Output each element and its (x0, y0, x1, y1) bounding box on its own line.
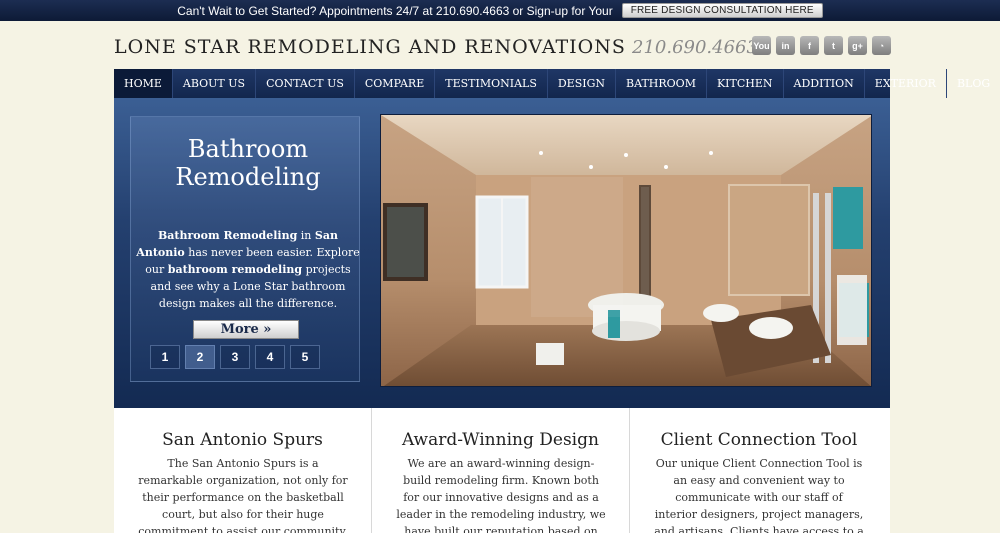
rss-icon[interactable]: ◔ (872, 36, 891, 55)
facebook-icon[interactable]: f (800, 36, 819, 55)
nav-item-about-us[interactable]: ABOUT US (173, 69, 257, 98)
more-button[interactable]: More » (193, 320, 299, 339)
feature-text: The San Antonio Spurs is a remarkable or… (138, 457, 348, 533)
feature-column-client-tool: Client Connection Tool Our unique Client… (630, 408, 888, 533)
social-links: You in f t g+ ◔ (752, 36, 891, 55)
slide-pager: 1 2 3 4 5 (150, 345, 320, 369)
nav-item-design[interactable]: DESIGN (548, 69, 617, 98)
slide-page-2[interactable]: 2 (185, 345, 215, 369)
slide-page-5[interactable]: 5 (290, 345, 320, 369)
nav-item-addition[interactable]: ADDITION (784, 69, 865, 98)
bathroom-photo (380, 114, 872, 387)
free-consultation-button[interactable]: FREE DESIGN CONSULTATION HERE (621, 3, 823, 18)
slide-description: Bathroom Remodeling in San Antonio has n… (136, 227, 360, 312)
nav-item-bathroom[interactable]: BATHROOM (616, 69, 707, 98)
feature-title[interactable]: Award-Winning Design (372, 430, 629, 450)
top-announcement-bar: Can't Wait to Get Started? Appointments … (0, 0, 1000, 21)
hero-slider: Bathroom Remodeling Bathroom Remodeling … (114, 98, 890, 408)
feature-column-spurs: San Antonio Spurs The San Antonio Spurs … (114, 408, 372, 533)
site-logo-title[interactable]: LONE STAR REMODELING AND RENOVATIONS (114, 36, 626, 58)
feature-title[interactable]: Client Connection Tool (630, 430, 888, 450)
slide-title-line1: Bathroom (187, 135, 309, 163)
nav-item-contact-us[interactable]: CONTACT US (256, 69, 355, 98)
slide-page-1[interactable]: 1 (150, 345, 180, 369)
bathroom-photo-illustration (381, 115, 871, 386)
slide-text-part: in (297, 229, 315, 242)
nav-item-blog[interactable]: BLOG (947, 69, 1000, 98)
slide-text-bold[interactable]: Bathroom Remodeling (158, 229, 297, 242)
feature-title[interactable]: San Antonio Spurs (114, 430, 371, 450)
linkedin-icon[interactable]: in (776, 36, 795, 55)
slide-page-4[interactable]: 4 (255, 345, 285, 369)
slide-title: Bathroom Remodeling (132, 135, 364, 191)
youtube-icon[interactable]: You (752, 36, 771, 55)
nav-item-testimonials[interactable]: TESTIMONIALS (435, 69, 548, 98)
feature-text: Our unique Client Connection Tool is an … (654, 457, 864, 533)
main-nav: HOME ABOUT US CONTACT US COMPARE TESTIMO… (114, 69, 990, 98)
slide-page-3[interactable]: 3 (220, 345, 250, 369)
nav-item-exterior[interactable]: EXTERIOR (865, 69, 947, 98)
nav-item-kitchen[interactable]: KITCHEN (707, 69, 784, 98)
feature-text: We are an award-winning design-build rem… (396, 457, 606, 533)
twitter-icon[interactable]: t (824, 36, 843, 55)
slide-text-bold[interactable]: bathroom remodeling (168, 263, 302, 276)
feature-columns: San Antonio Spurs The San Antonio Spurs … (114, 408, 890, 533)
announcement-text: Can't Wait to Get Started? Appointments … (177, 3, 613, 18)
nav-item-home[interactable]: HOME (114, 69, 173, 98)
nav-item-compare[interactable]: COMPARE (355, 69, 436, 98)
slide-title-line2: Remodeling (175, 163, 321, 191)
site-header: LONE STAR REMODELING AND RENOVATIONS 210… (114, 33, 891, 65)
googleplus-icon[interactable]: g+ (848, 36, 867, 55)
feature-column-award: Award-Winning Design We are an award-win… (372, 408, 630, 533)
phone-number: 210.690.4663 (632, 37, 758, 58)
